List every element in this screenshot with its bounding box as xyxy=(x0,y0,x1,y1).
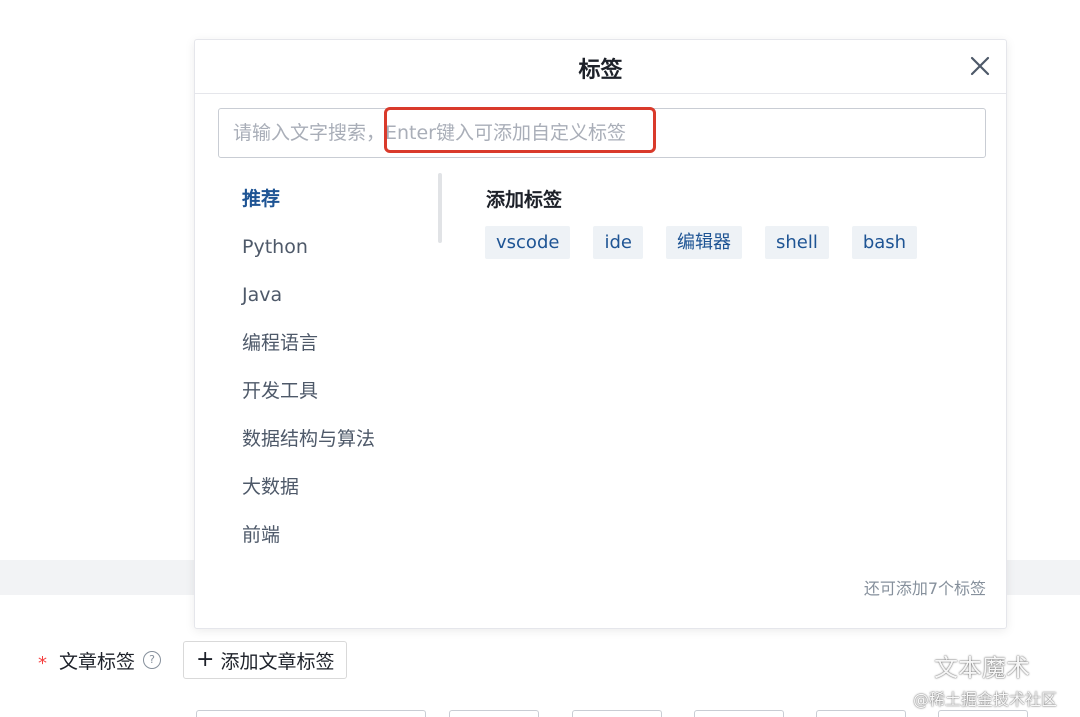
category-item-recommended[interactable]: 推荐 xyxy=(242,180,432,228)
modal-header: 标签 xyxy=(195,40,1006,94)
modal-title: 标签 xyxy=(578,58,623,83)
tag-search-input[interactable] xyxy=(218,108,986,158)
partial-control xyxy=(196,710,426,717)
add-article-tag-label: 添加文章标签 xyxy=(220,650,335,673)
plus-icon: + xyxy=(196,647,215,672)
tag-chip-list: vscode ide 编辑器 shell bash xyxy=(485,226,940,259)
add-tags-heading: 添加标签 xyxy=(486,189,563,211)
article-tags-field: * 文章标签 ? + 添加文章标签 xyxy=(38,640,348,680)
category-item-frontend[interactable]: 前端 xyxy=(242,516,432,564)
partial-control xyxy=(816,710,906,717)
watermark-brand: 文本魔术 xyxy=(892,648,1030,683)
tag-chip[interactable]: vscode xyxy=(485,226,571,259)
tag-modal: 标签 推荐 Python Java 编程语言 开发工具 数据结构与算法 大数据 … xyxy=(194,39,1007,629)
category-item-python[interactable]: Python xyxy=(242,228,432,276)
remaining-tags-hint: 还可添加7个标签 xyxy=(863,579,986,598)
help-icon[interactable]: ? xyxy=(143,651,162,669)
category-item-big-data[interactable]: 大数据 xyxy=(242,468,432,516)
tag-chip[interactable]: 编辑器 xyxy=(665,226,742,259)
add-article-tag-button[interactable]: + 添加文章标签 xyxy=(183,641,348,679)
partial-control xyxy=(694,710,784,717)
watermark-brand-text: 文本魔术 xyxy=(934,654,1030,682)
tag-chip[interactable]: bash xyxy=(851,226,918,259)
partial-control xyxy=(449,710,539,717)
tag-chip[interactable]: shell xyxy=(764,226,829,259)
category-item-dev-tools[interactable]: 开发工具 xyxy=(242,372,432,420)
category-item-algorithms[interactable]: 数据结构与算法 xyxy=(242,420,432,468)
close-icon xyxy=(970,56,990,76)
category-list: 推荐 Python Java 编程语言 开发工具 数据结构与算法 大数据 前端 xyxy=(242,180,432,564)
category-item-programming-languages[interactable]: 编程语言 xyxy=(242,324,432,372)
close-button[interactable] xyxy=(968,54,992,78)
article-tags-label: 文章标签 xyxy=(59,650,136,673)
required-mark: * xyxy=(38,652,47,674)
partial-control xyxy=(938,710,1028,717)
wechat-icon xyxy=(893,653,927,679)
watermark-credit: @稀土掘金技术社区 xyxy=(913,690,1058,709)
category-scrollbar[interactable] xyxy=(438,173,442,243)
tag-chip[interactable]: ide xyxy=(593,226,643,259)
partial-control xyxy=(572,710,662,717)
category-item-java[interactable]: Java xyxy=(242,276,432,324)
